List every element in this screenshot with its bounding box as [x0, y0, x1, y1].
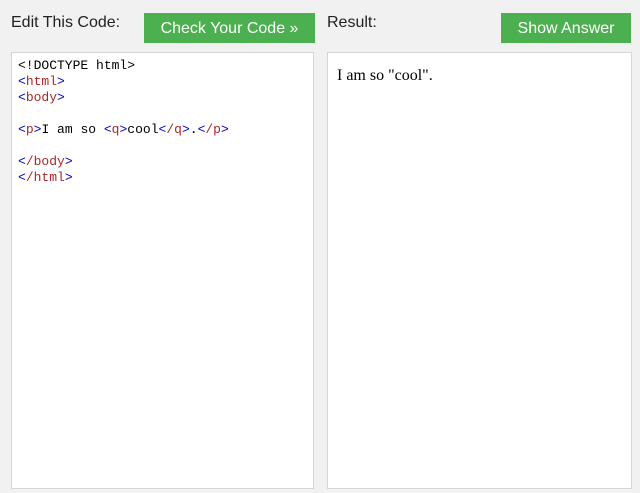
show-answer-button[interactable]: Show Answer [501, 13, 631, 43]
edit-code-label: Edit This Code: [11, 14, 121, 31]
body-open-tag: body [25, 90, 58, 105]
code-line-body-open: <body> [18, 90, 65, 105]
p-open-tag: p [25, 122, 34, 137]
p-text-1: I am so [41, 122, 104, 137]
result-panel: I am so "cool". [327, 52, 632, 489]
html-close-tag: /html [25, 170, 65, 185]
q-text: cool [127, 122, 159, 137]
body-close-tag: /body [25, 154, 65, 169]
result-label: Result: [327, 14, 377, 31]
p-text-2: . [189, 122, 198, 137]
code-line-doctype: <!DOCTYPE html> [18, 58, 313, 74]
q-close-tag: /q [166, 122, 182, 137]
code-line-html-open: <html> [18, 74, 65, 89]
check-your-code-button[interactable]: Check Your Code » [144, 13, 315, 43]
code-editor[interactable]: <!DOCTYPE html> <html> <body> <p>I am so… [11, 52, 314, 489]
doctype-text: <!DOCTYPE html> [18, 58, 136, 73]
code-line-paragraph: <p>I am so <q>cool</q>.</p> [18, 122, 229, 137]
code-content[interactable]: <!DOCTYPE html> <html> <body> <p>I am so… [12, 53, 313, 186]
code-line-body-close: </body> [18, 154, 73, 169]
result-text: I am so "cool". [337, 67, 433, 84]
code-line-html-close: </html> [18, 170, 73, 185]
p-close-tag: /p [205, 122, 221, 137]
html-open-tag: html [25, 74, 58, 89]
